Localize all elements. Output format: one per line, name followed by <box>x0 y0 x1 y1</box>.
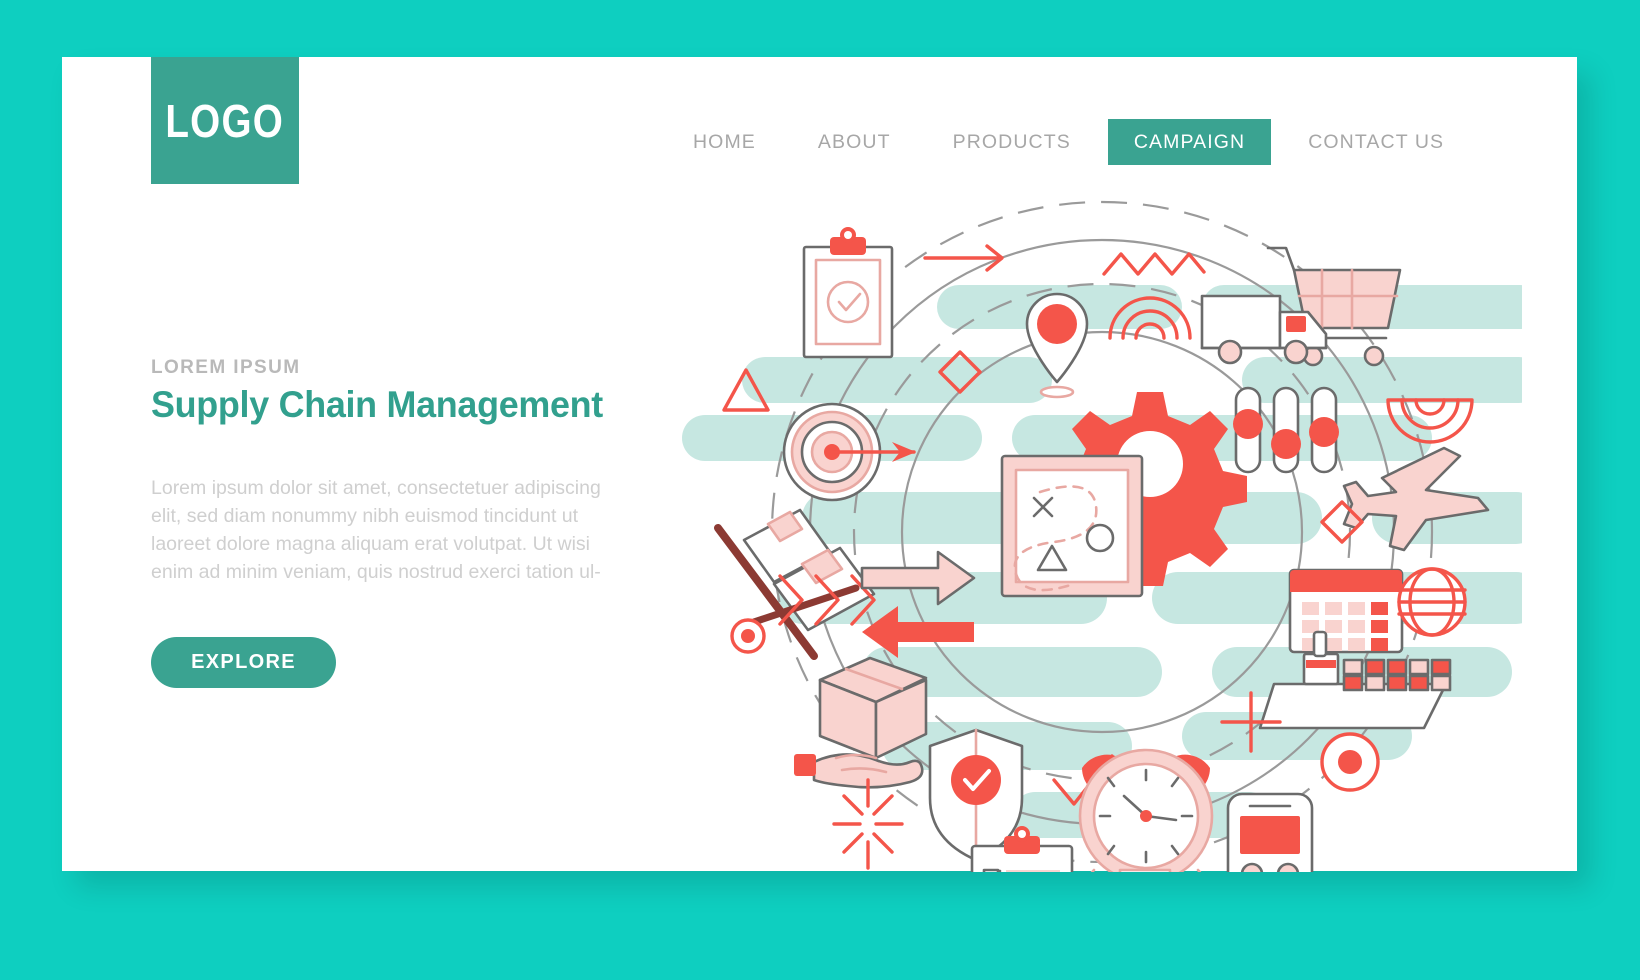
calendar-icon <box>1288 568 1404 654</box>
hero-text-block: LOREM IPSUM Supply Chain Management Lore… <box>151 357 661 688</box>
bullseye-dot-icon <box>1320 732 1380 792</box>
clipboard-check-icon <box>802 227 894 359</box>
hero-eyebrow: LOREM IPSUM <box>151 357 301 378</box>
logo[interactable]: LOGO <box>151 57 299 184</box>
nav-item-about[interactable]: ABOUT <box>787 119 922 165</box>
package-box-icon <box>818 656 928 760</box>
alarm-clock-icon <box>1078 748 1214 872</box>
starburst-icon <box>832 778 904 870</box>
strategy-board-icon <box>1000 454 1144 598</box>
logo-label: LOGO <box>165 94 285 147</box>
hero-paragraph: Lorem ipsum dolor sit amet, consectetuer… <box>151 476 601 584</box>
nav-item-campaign[interactable]: CAMPAIGN <box>1107 119 1272 165</box>
zigzag-icon <box>1102 252 1206 276</box>
nav-item-contact-us[interactable]: CONTACT US <box>1277 119 1475 165</box>
arrow-right-icon <box>923 244 1004 272</box>
globe-grid-icon <box>1397 567 1467 637</box>
page-root: LOGO HOME ABOUT PRODUCTS CAMPAIGN CONTAC… <box>0 0 1640 980</box>
supply-chain-illustration: .mint { fill:#c6e7e1; } .ln { fill:none;… <box>682 192 1522 872</box>
nav-item-products[interactable]: PRODUCTS <box>922 119 1102 165</box>
nav-item-home[interactable]: HOME <box>662 119 787 165</box>
slider-controls-icon <box>1233 386 1339 474</box>
landing-page-card: LOGO HOME ABOUT PRODUCTS CAMPAIGN CONTAC… <box>62 57 1577 872</box>
square-outline-icon <box>1118 868 1172 872</box>
main-navigation: HOME ABOUT PRODUCTS CAMPAIGN CONTACT US <box>662 119 1475 165</box>
page-title: Supply Chain Management <box>151 384 603 425</box>
train-icon <box>1226 792 1314 872</box>
explore-button[interactable]: EXPLORE <box>151 636 336 688</box>
